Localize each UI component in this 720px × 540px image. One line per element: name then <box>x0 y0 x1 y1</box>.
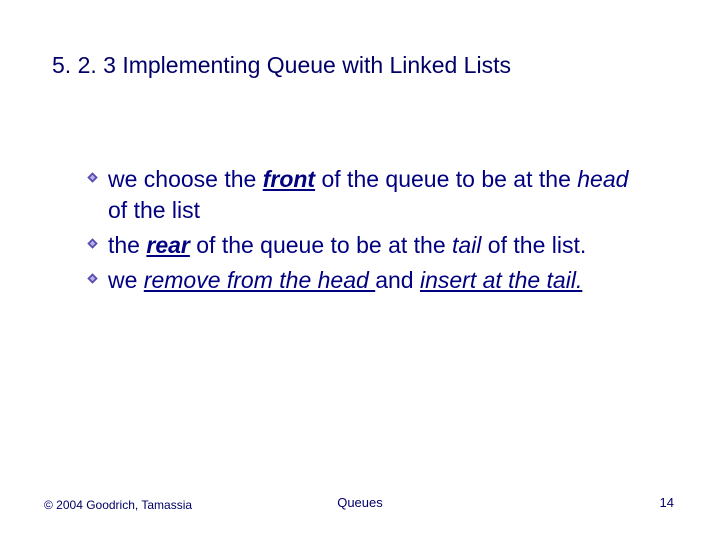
slide-body: we choose the front of the queue to be a… <box>86 164 646 300</box>
bullet-text: front <box>263 166 315 192</box>
bullet-item: we remove from the head and insert at th… <box>86 265 646 296</box>
slide-title: 5. 2. 3 Implementing Queue with Linked L… <box>52 52 511 79</box>
bullet-text: we <box>108 267 144 293</box>
bullet-text: insert at the tail. <box>420 267 582 293</box>
bullet-text: and <box>375 267 420 293</box>
bullet-text: of the list. <box>481 232 586 258</box>
bullet-item: the rear of the queue to be at the tail … <box>86 230 646 261</box>
footer-center-text: Queues <box>0 495 720 510</box>
bullet-text: of the queue to be at the <box>315 166 577 192</box>
bullet-text: the <box>108 232 146 258</box>
bullet-text: tail <box>452 232 481 258</box>
bullet-text: remove from the head <box>144 267 375 293</box>
bullet-text: head <box>577 166 628 192</box>
bullet-text: we choose the <box>108 166 263 192</box>
bullet-item: we choose the front of the queue to be a… <box>86 164 646 226</box>
page-number: 14 <box>660 495 674 510</box>
bullet-text: of the queue to be at the <box>190 232 452 258</box>
diamond-bullet-icon <box>86 171 99 184</box>
diamond-bullet-icon <box>86 272 99 285</box>
bullet-text: rear <box>146 232 189 258</box>
bullet-text: of the list <box>108 197 200 223</box>
slide: 5. 2. 3 Implementing Queue with Linked L… <box>0 0 720 540</box>
diamond-bullet-icon <box>86 237 99 250</box>
